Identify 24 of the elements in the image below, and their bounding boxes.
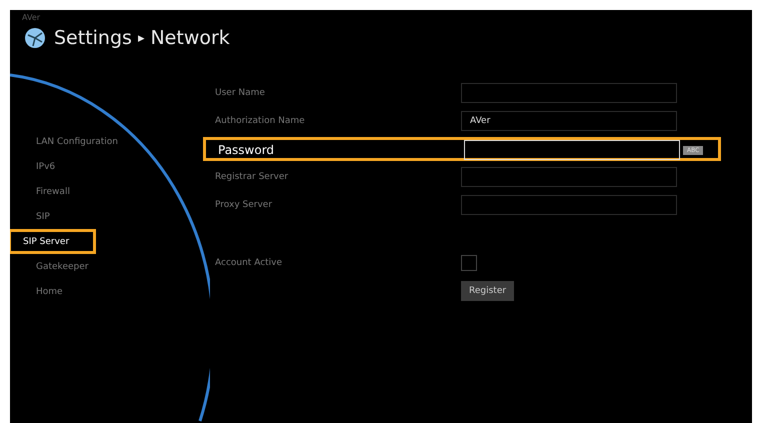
sidebar-item[interactable]: SIP Server [10, 229, 96, 254]
sidebar-item[interactable]: Gatekeeper [36, 254, 88, 279]
page-title: Settings [54, 27, 132, 49]
input-field[interactable] [461, 195, 677, 215]
checkbox[interactable] [461, 255, 477, 271]
field-label: Registrar Server [215, 172, 290, 182]
sidebar-item[interactable]: Firewall [36, 179, 70, 204]
field-label: Authorization Name [215, 116, 306, 126]
field-label: Password [218, 143, 276, 157]
sidebar-item[interactable]: IPv6 [36, 154, 56, 179]
sidebar-item[interactable]: SIP [36, 204, 50, 229]
field-label: User Name [215, 88, 266, 98]
section-title: Network [150, 27, 230, 49]
brand-label: AVer [21, 12, 42, 23]
field-label: Account Active [215, 258, 284, 268]
sidebar-item[interactable]: Home [36, 279, 63, 304]
register-button[interactable]: Register [461, 281, 514, 301]
globe-icon [22, 27, 48, 49]
input-field[interactable] [461, 167, 677, 187]
input-field[interactable] [461, 83, 677, 103]
input-field[interactable]: AVer [461, 111, 677, 131]
field-label: Proxy Server [215, 200, 274, 210]
sidebar-item[interactable]: LAN Configuration [36, 129, 118, 154]
breadcrumb-separator: ▸ [138, 30, 144, 46]
